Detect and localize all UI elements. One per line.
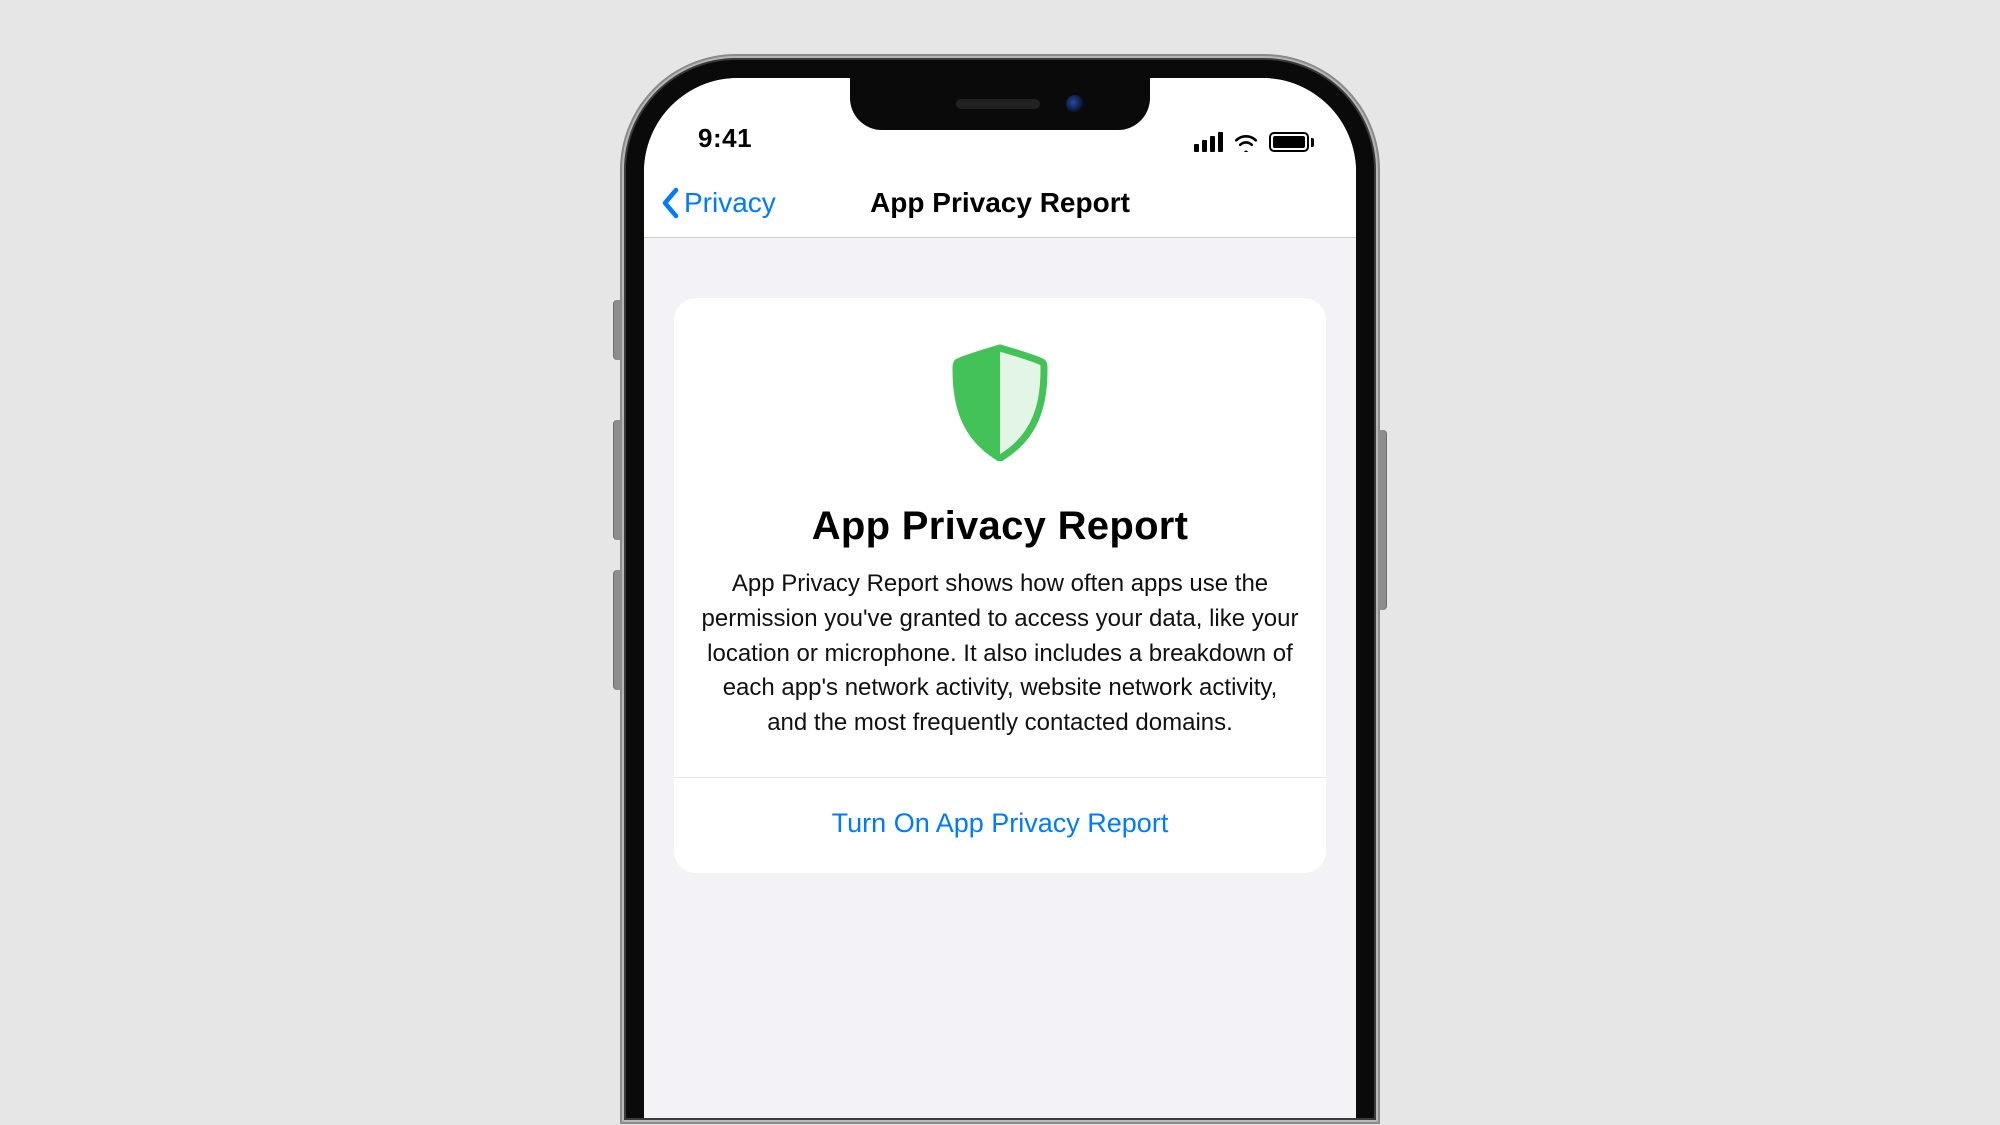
- phone-frame: 9:41 Privacy: [626, 60, 1374, 1118]
- nav-bar: Privacy App Privacy Report: [644, 168, 1356, 238]
- volume-down-button: [614, 570, 622, 690]
- shield-icon: [694, 344, 1306, 462]
- turn-on-button[interactable]: Turn On App Privacy Report: [694, 778, 1306, 873]
- status-time: 9:41: [682, 123, 752, 154]
- phone-screen: 9:41 Privacy: [644, 78, 1356, 1118]
- wifi-icon: [1233, 132, 1259, 152]
- back-label: Privacy: [684, 187, 776, 219]
- power-button: [1378, 430, 1386, 610]
- card-heading: App Privacy Report: [694, 504, 1306, 549]
- display-notch: [850, 78, 1150, 130]
- privacy-report-card: App Privacy Report App Privacy Report sh…: [674, 298, 1326, 873]
- card-description: App Privacy Report shows how often apps …: [694, 567, 1306, 777]
- chevron-left-icon: [660, 186, 682, 220]
- battery-icon: [1269, 132, 1314, 152]
- status-icons: [1194, 132, 1318, 154]
- silent-switch: [614, 300, 622, 360]
- back-button[interactable]: Privacy: [660, 186, 776, 220]
- content-area: App Privacy Report App Privacy Report sh…: [644, 238, 1356, 873]
- volume-up-button: [614, 420, 622, 540]
- front-camera: [1066, 95, 1084, 113]
- earpiece-speaker: [956, 99, 1040, 109]
- cellular-icon: [1194, 132, 1223, 152]
